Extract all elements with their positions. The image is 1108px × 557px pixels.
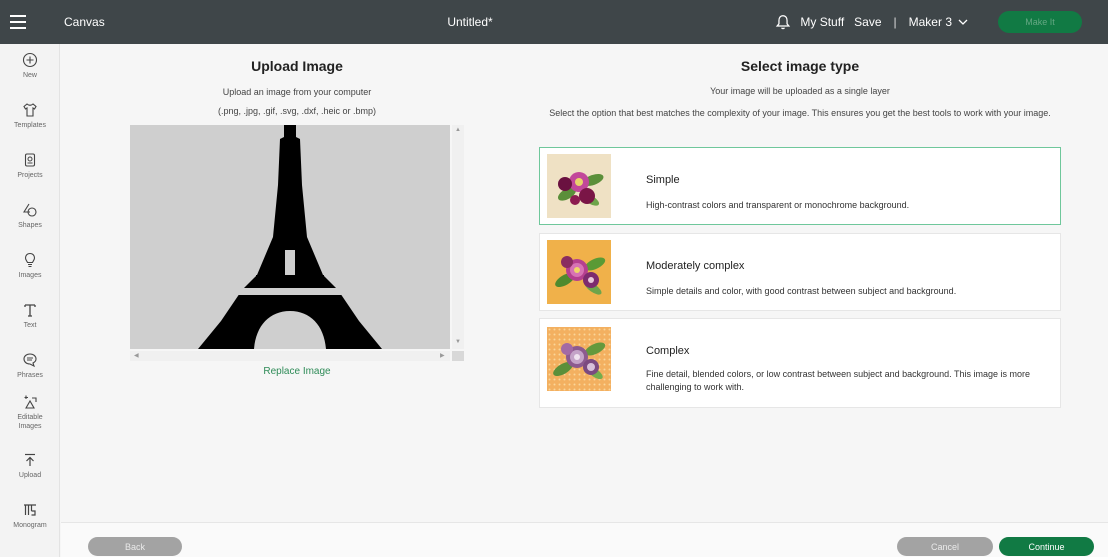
horizontal-scrollbar[interactable]: ◀ ▶	[130, 351, 450, 361]
scroll-corner	[452, 351, 464, 361]
sidebar-item-shapes[interactable]: Shapes	[0, 202, 60, 230]
single-layer-note: Your image will be uploaded as a single …	[710, 86, 890, 96]
editable-images-icon	[24, 395, 37, 409]
sidebar-item-text[interactable]: Text	[0, 302, 60, 330]
option-simple[interactable]: Simple High-contrast colors and transpar…	[539, 147, 1061, 225]
option-description: Fine detail, blended colors, or low cont…	[646, 369, 1031, 392]
sidebar-item-images[interactable]: Images	[0, 252, 60, 280]
app-title: Canvas	[64, 15, 105, 29]
sidebar-item-new[interactable]: New	[0, 52, 60, 80]
sidebar-label: Text	[23, 322, 37, 329]
flower-thumbnail-simple	[547, 154, 611, 218]
machine-label: Maker 3	[908, 15, 952, 29]
machine-selector[interactable]: Maker 3	[909, 15, 968, 29]
separator: |	[893, 15, 897, 29]
plus-circle-icon	[22, 52, 38, 68]
sidebar-item-templates[interactable]: Templates	[0, 102, 60, 130]
complex-thumbnail	[547, 327, 611, 391]
scroll-left-icon[interactable]: ◀	[134, 352, 139, 359]
shirt-icon	[23, 103, 37, 117]
make-it-button[interactable]: Make It	[998, 11, 1082, 33]
sidebar-label: Editable Images	[17, 414, 43, 430]
select-type-title: Select image type	[740, 58, 860, 74]
document-title[interactable]: Untitled*	[420, 0, 520, 44]
simple-thumbnail	[547, 154, 611, 218]
sidebar-label: Images	[18, 272, 42, 279]
sidebar-item-phrases[interactable]: Phrases	[0, 352, 60, 380]
speech-bubble-icon	[23, 353, 37, 368]
uploaded-image	[130, 125, 450, 349]
sidebar-item-monogram[interactable]: Monogram	[0, 502, 60, 530]
select-instructions: Select the option that best matches the …	[549, 108, 1051, 118]
cancel-button[interactable]: Cancel	[897, 537, 993, 556]
scroll-down-icon[interactable]: ▼	[455, 339, 461, 345]
replace-image-link[interactable]: Replace Image	[230, 366, 364, 377]
bottom-bar: Back Cancel Continue	[61, 522, 1108, 557]
upload-formats: (.png, .jpg, .gif, .svg, .dxf, .heic or …	[217, 106, 377, 116]
projects-icon	[24, 153, 36, 167]
lightbulb-icon	[24, 252, 36, 268]
top-bar: Canvas Untitled* My Stuff Save | Maker 3…	[0, 0, 1108, 44]
option-complex[interactable]: Complex Fine detail, blended colors, or …	[539, 318, 1061, 408]
menu-icon[interactable]	[10, 0, 38, 44]
upload-subtitle: Upload an image from your computer	[222, 87, 372, 97]
sidebar-label: Shapes	[18, 222, 42, 229]
flower-thumbnail-complex	[547, 327, 611, 391]
text-icon	[24, 304, 36, 317]
option-title: Simple	[646, 174, 680, 186]
sidebar-item-editable-images[interactable]: Editable Images	[0, 394, 60, 431]
sidebar-item-upload[interactable]: Upload	[0, 452, 60, 480]
chevron-down-icon	[958, 19, 968, 25]
option-title: Complex	[646, 345, 690, 357]
upload-title: Upload Image	[251, 58, 343, 74]
option-moderately-complex[interactable]: Moderately complex Simple details and co…	[539, 233, 1061, 311]
my-stuff-link[interactable]: My Stuff	[800, 15, 844, 29]
sidebar-item-projects[interactable]: Projects	[0, 152, 60, 180]
option-title: Moderately complex	[646, 260, 745, 272]
sidebar-label: Monogram	[13, 522, 47, 529]
upload-icon	[25, 453, 35, 466]
continue-button[interactable]: Continue	[999, 537, 1094, 556]
scroll-up-icon[interactable]: ▲	[455, 127, 461, 133]
sidebar-label: Phrases	[17, 372, 43, 379]
sidebar-label: Projects	[17, 172, 43, 179]
save-button[interactable]: Save	[854, 15, 881, 29]
option-description: Simple details and color, with good cont…	[646, 286, 957, 296]
scroll-right-icon[interactable]: ▶	[440, 352, 445, 359]
top-right-controls: My Stuff Save | Maker 3 Make It	[774, 0, 1108, 44]
shapes-icon	[23, 203, 37, 217]
vertical-scrollbar[interactable]: ▲ ▼	[452, 125, 464, 349]
bell-icon[interactable]	[774, 13, 792, 31]
moderate-thumbnail	[547, 240, 611, 304]
option-description: High-contrast colors and transparent or …	[646, 200, 910, 210]
eiffel-tower-image	[198, 125, 382, 349]
image-preview-area: ▲ ▼ ◀ ▶	[130, 125, 464, 361]
flower-thumbnail-moderate	[547, 240, 611, 304]
sidebar-label: Templates	[14, 122, 46, 129]
back-button[interactable]: Back	[88, 537, 182, 556]
sidebar-label: New	[22, 72, 37, 79]
left-sidebar: New Templates Projects Shapes Images Tex…	[0, 44, 60, 557]
monogram-icon	[24, 504, 36, 516]
sidebar-label: Upload	[18, 472, 42, 479]
